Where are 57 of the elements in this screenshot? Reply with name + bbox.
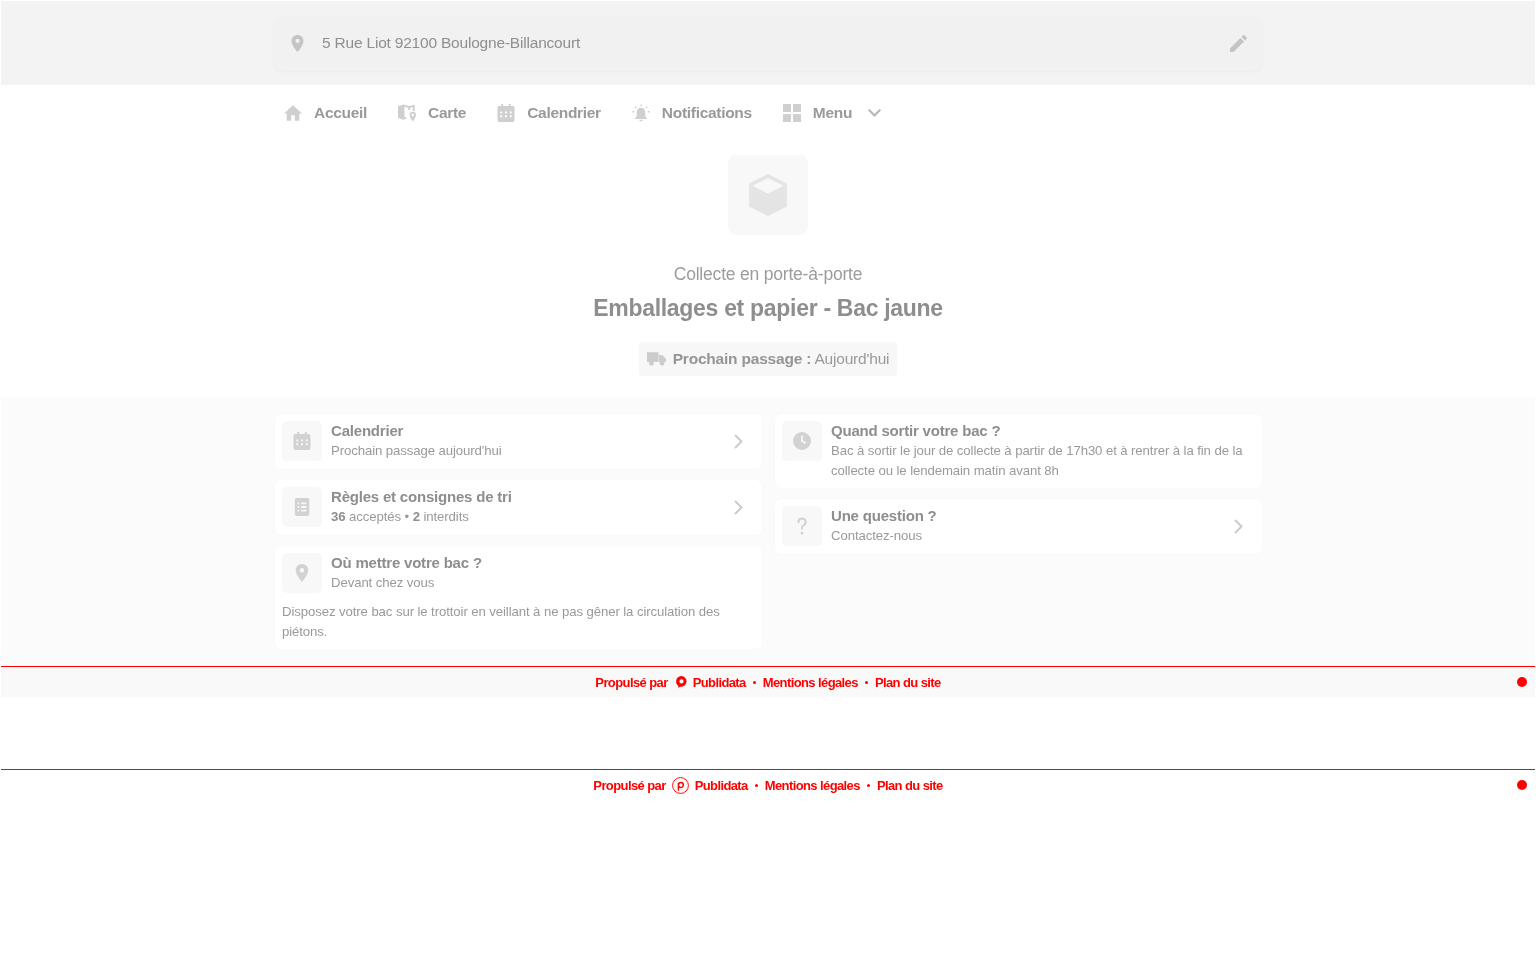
menu-dropdown[interactable]: Menu xyxy=(782,103,882,122)
card-description: Disposez votre bac sur le trottoir en veillant à ne pas gêner la circulation des piétons. xyxy=(282,603,721,641)
logo-icon xyxy=(671,776,689,794)
question-icon xyxy=(782,506,822,546)
powered-by-text: Propulsé par xyxy=(595,674,668,690)
status-dot-icon xyxy=(1517,780,1527,790)
category-text: Collecte en porte-à-porte xyxy=(673,263,863,285)
footer-link[interactable]: Plan du site xyxy=(874,674,941,690)
card-subtitle: 36 acceptés • 2 interdits xyxy=(331,508,470,526)
card-title: Une question ? xyxy=(831,506,938,526)
footer-link[interactable]: Mentions légales xyxy=(764,777,860,793)
separator-dot-icon xyxy=(754,783,758,787)
chevron-right-icon xyxy=(734,433,743,449)
box-icon xyxy=(728,155,808,235)
card-subtitle: Contactez-nous xyxy=(831,527,923,545)
card-subtitle: Prochain passage aujourd'hui xyxy=(331,442,503,460)
nav-link[interactable]: Notifications xyxy=(631,103,752,122)
card-title: Où mettre votre bac ? xyxy=(331,553,483,573)
nav-link[interactable]: Accueil xyxy=(284,103,368,122)
nav-link[interactable]: Calendrier xyxy=(497,103,601,122)
separator-dot-icon xyxy=(864,680,868,684)
card-subtitle: Bac à sortir le jour de collecte à partir de 17h30 et à rentrer à la fin de la collecte ou le lendemain matin avant 8h xyxy=(831,442,1244,480)
separator-dot-icon xyxy=(866,783,870,787)
home-icon xyxy=(284,103,302,122)
card-title: Quand sortir votre bac ? xyxy=(831,421,1002,441)
separator-dot-icon xyxy=(752,680,756,684)
card-subtitle: Devant chez vous xyxy=(331,574,436,592)
footer-link[interactable]: Mentions légales xyxy=(762,674,858,690)
status-dot-icon xyxy=(1517,677,1527,687)
edit-icon[interactable] xyxy=(1230,34,1247,52)
card-title: Calendrier xyxy=(331,421,405,441)
calendar-icon xyxy=(282,421,322,461)
brand-link[interactable]: Publidata xyxy=(694,777,748,793)
map-icon xyxy=(398,103,417,122)
footer-link[interactable]: Plan du site xyxy=(876,777,943,793)
bell-icon xyxy=(631,103,650,122)
brand-link[interactable]: Publidata xyxy=(692,674,746,690)
address-text: 5 Rue Liot 92100 Boulogne-Billancourt xyxy=(322,34,581,52)
nav-link[interactable]: Carte xyxy=(398,103,467,122)
powered-by-text: Propulsé par xyxy=(593,777,666,793)
card-title: Règles et consignes de tri xyxy=(331,487,513,507)
link-card[interactable]: Calendrier Prochain passage aujourd'hui xyxy=(275,414,762,469)
truck-icon xyxy=(646,352,666,366)
calendar-icon xyxy=(497,103,516,122)
location-pin-icon xyxy=(289,34,306,52)
chevron-right-icon xyxy=(1234,518,1243,534)
page-title: Emballages et papier - Bac jaune xyxy=(593,294,943,323)
next-pickup-text: Prochain passage : Aujourd'hui xyxy=(672,350,890,368)
location-pin-icon xyxy=(282,553,322,593)
clock-icon xyxy=(782,421,822,461)
logo-icon xyxy=(675,676,687,688)
grid-icon xyxy=(782,103,801,122)
link-card[interactable]: Règles et consignes de tri 36 acceptés • 2 interdits xyxy=(275,480,762,535)
checklist-icon xyxy=(282,487,322,527)
caret-icon xyxy=(868,108,882,117)
chevron-right-icon xyxy=(734,499,743,515)
link-card[interactable]: Une question ? Contactez-nous xyxy=(775,499,1262,554)
